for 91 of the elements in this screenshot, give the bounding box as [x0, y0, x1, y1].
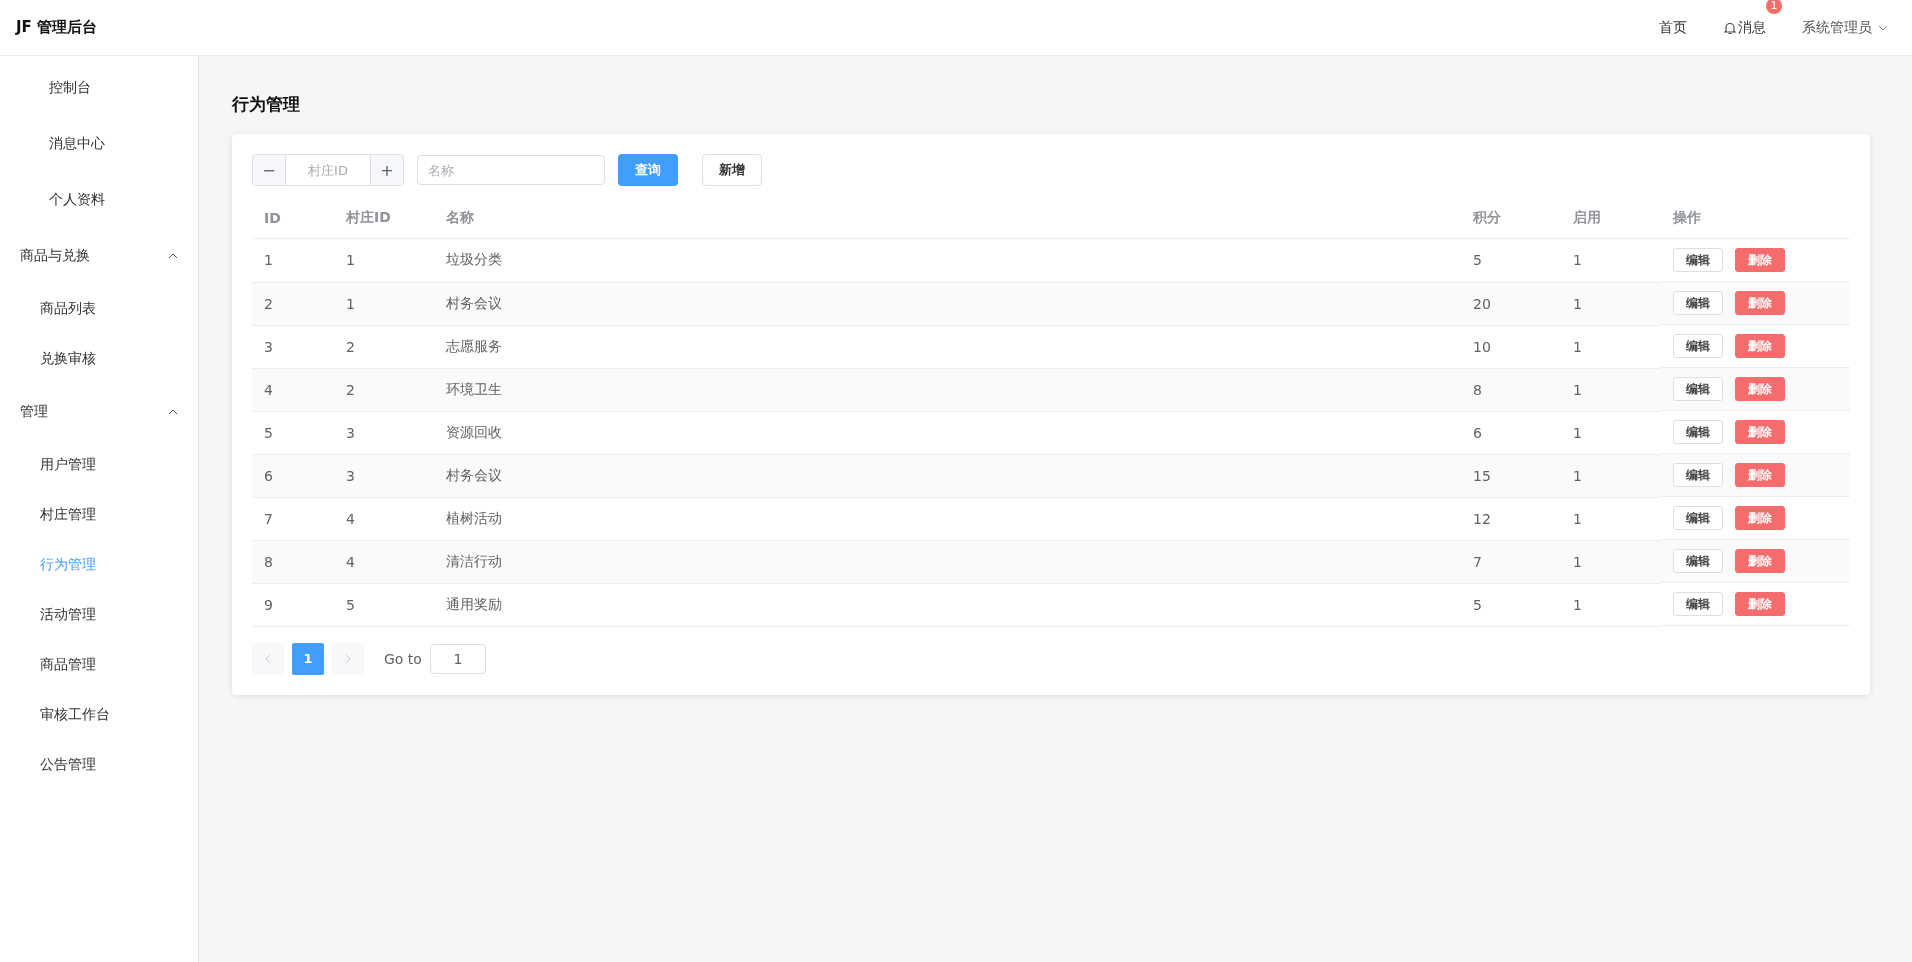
goto-label: Go to	[384, 650, 422, 667]
caret-icon	[1878, 24, 1888, 31]
edit-button[interactable]: 编辑	[1673, 463, 1723, 487]
menu-item[interactable]: 审核工作台	[0, 690, 198, 740]
table-cell: 10	[1461, 325, 1561, 368]
page-number-field[interactable]: 1	[429, 643, 486, 674]
table-cell: 6	[1461, 411, 1561, 454]
column-header: 村庄ID	[334, 198, 434, 239]
table-cell: 植树活动	[434, 497, 1461, 540]
table-cell: 3	[334, 454, 434, 497]
table-cell: 5	[1461, 583, 1561, 626]
table-cell: 3	[252, 325, 334, 368]
menu-item[interactable]: 个人资料	[0, 172, 198, 228]
menu-item[interactable]: 公告管理	[0, 740, 198, 790]
table-cell: 6	[252, 454, 334, 497]
table-cell: 7	[252, 497, 334, 540]
column-header: 名称	[434, 198, 1461, 239]
edit-button[interactable]: 编辑	[1673, 248, 1723, 272]
table-cell: 4	[252, 368, 334, 411]
add-button[interactable]: 新增	[702, 154, 762, 186]
table-cell: 7	[1461, 540, 1561, 583]
chevron-left-icon	[265, 653, 271, 664]
column-header: ID	[252, 198, 334, 239]
table-cell: 5	[252, 411, 334, 454]
table-cell: 1	[334, 282, 434, 325]
table-cell: 1	[1561, 497, 1661, 540]
menu-group[interactable]: 管理	[0, 384, 198, 440]
chevron-right-icon	[345, 653, 351, 664]
table-cell: 1	[1561, 282, 1661, 325]
menu-item[interactable]: 消息中心	[0, 116, 198, 172]
minus-button[interactable]: −	[253, 155, 285, 185]
plus-button[interactable]: +	[371, 155, 403, 185]
table-cell: 5	[334, 583, 434, 626]
table-cell: 1	[1561, 238, 1661, 282]
page-title: 行为管理	[232, 93, 301, 116]
table-cell: 12	[1461, 497, 1561, 540]
table-cell: 4	[334, 540, 434, 583]
edit-button[interactable]: 编辑	[1673, 506, 1723, 530]
edit-button[interactable]: 编辑	[1673, 592, 1723, 616]
edit-button[interactable]: 编辑	[1673, 334, 1723, 358]
table-cell: 9	[252, 583, 334, 626]
table-cell: 8	[1461, 368, 1561, 411]
table-cell: 村务会议	[434, 282, 1461, 325]
menu-item[interactable]: 控制台	[0, 60, 198, 116]
table-cell: 通用奖励	[434, 583, 1461, 626]
count-badge: 1	[1766, 0, 1782, 14]
table-cell: 1	[1561, 540, 1661, 583]
table-cell: 垃圾分类	[434, 238, 1461, 282]
edit-button[interactable]: 编辑	[1673, 420, 1723, 444]
user-menu[interactable]: 系统管理员	[1802, 18, 1888, 37]
menu-item[interactable]: 用户管理	[0, 440, 198, 490]
app-title: JF 管理后台	[16, 18, 98, 37]
menu-group[interactable]: 商品与兑换	[0, 228, 198, 284]
column-header: 操作	[1661, 198, 1850, 239]
table-cell: 15	[1461, 454, 1561, 497]
chevron-icon	[168, 409, 178, 415]
table-cell: 2	[334, 368, 434, 411]
table-cell: 1	[1561, 368, 1661, 411]
table-cell: 3	[334, 411, 434, 454]
table-cell: 资源回收	[434, 411, 1461, 454]
edit-button[interactable]: 编辑	[1673, 377, 1723, 401]
table-cell: 清洁行动	[434, 540, 1461, 583]
table-cell: 20	[1461, 282, 1561, 325]
table-cell: 环境卫生	[434, 368, 1461, 411]
menu-item[interactable]: 活动管理	[0, 590, 198, 640]
table-cell: 4	[334, 497, 434, 540]
table-cell: 志愿服务	[434, 325, 1461, 368]
name-field[interactable]: 名称	[417, 155, 605, 185]
table-cell: 1	[252, 238, 334, 282]
table-cell: 1	[1561, 411, 1661, 454]
menu-item[interactable]: 村庄管理	[0, 490, 198, 540]
table-cell: 8	[252, 540, 334, 583]
table-cell: 1	[334, 238, 434, 282]
table-cell: 2	[334, 325, 434, 368]
edit-button[interactable]: 编辑	[1673, 549, 1723, 573]
table-cell: 5	[1461, 238, 1561, 282]
number-field[interactable]: − 村庄ID +	[252, 154, 404, 186]
table-cell: 1	[1561, 325, 1661, 368]
home-link[interactable]: 首页	[1659, 18, 1687, 37]
column-header: 积分	[1461, 198, 1561, 239]
table-cell: 2	[252, 282, 334, 325]
column-header: 启用	[1561, 198, 1661, 239]
edit-button[interactable]: 编辑	[1673, 291, 1723, 315]
menu-item[interactable]: 商品列表	[0, 284, 198, 334]
menu-item[interactable]: 商品管理	[0, 640, 198, 690]
menu-item[interactable]: 兑换审核	[0, 334, 198, 384]
table-cell: 1	[1561, 454, 1661, 497]
table-cell: 村务会议	[434, 454, 1461, 497]
table-cell: 1	[1561, 583, 1661, 626]
chevron-icon	[168, 253, 178, 259]
bell-icon	[1723, 20, 1737, 35]
